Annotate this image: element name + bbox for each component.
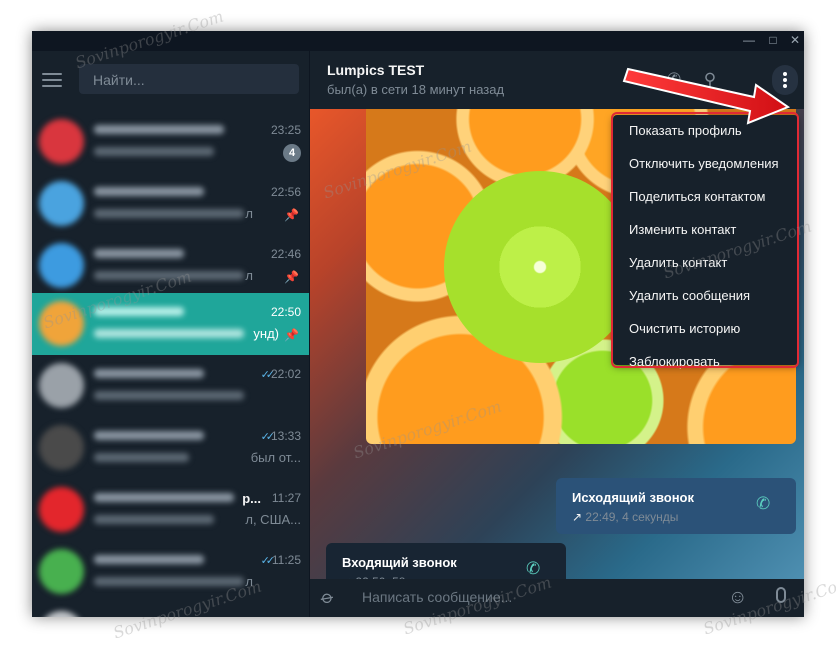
avatar — [39, 487, 84, 532]
search-input[interactable]: Найти... — [79, 64, 299, 94]
chat-item[interactable]: 22:56 л 📌 — [32, 173, 309, 235]
menu-item-clear-history[interactable]: Очистить историю — [613, 313, 798, 346]
pin-icon: 📌 — [284, 328, 299, 342]
avatar — [39, 301, 84, 346]
call-meta: ↗ 22:49, 4 секунды — [572, 510, 679, 524]
title-bar: — □ ✕ — [32, 31, 804, 51]
avatar — [39, 363, 84, 408]
message-composer: ⌀ Написать сообщение... ☺ — [310, 579, 804, 617]
avatar — [39, 181, 84, 226]
lime-slice-image — [444, 171, 636, 363]
chat-preview: л, США... — [245, 512, 301, 527]
pin-icon: 📌 — [284, 208, 299, 222]
chat-preview: унд) — [253, 326, 279, 341]
chat-header: Lumpics TEST был(а) в сети 18 минут наза… — [310, 51, 804, 109]
chat-item[interactable]: р... 11:27 л, США... — [32, 479, 309, 541]
attach-icon[interactable]: ⌀ — [317, 586, 338, 609]
minimize-button[interactable]: — — [742, 33, 756, 47]
chat-preview: л — [245, 574, 253, 589]
chat-time: 22:50 — [270, 305, 301, 319]
call-title: Исходящий звонок — [572, 490, 695, 505]
read-checkmarks-icon: ✓✓ — [260, 431, 276, 443]
menu-item-delete-messages[interactable]: Удалить сообщения — [613, 280, 798, 313]
avatar — [39, 549, 84, 594]
chat-preview: л — [245, 268, 253, 283]
read-checkmarks-icon: ✓✓ — [260, 555, 276, 567]
pin-icon: 📌 — [284, 270, 299, 284]
chat-time: 11:25 — [271, 553, 301, 567]
call-title: Входящий звонок — [342, 555, 457, 570]
chat-item[interactable] — [32, 603, 309, 617]
chat-item[interactable]: ✓✓ 13:33 был от... — [32, 417, 309, 479]
call-phone-icon[interactable]: ✆ — [526, 559, 540, 579]
avatar — [39, 119, 84, 164]
avatar — [39, 243, 84, 288]
chat-title-tail: р... — [242, 491, 261, 506]
chat-list-sidebar: Найти... 23:25 4 22:56 л 📌 22:46 л 📌 22:… — [32, 51, 310, 617]
maximize-button[interactable]: □ — [766, 33, 780, 47]
menu-item-edit-contact[interactable]: Изменить контакт — [613, 214, 798, 247]
chat-options-menu: Показать профиль Отключить уведомления П… — [613, 115, 798, 369]
chat-time: 22:56 — [270, 185, 301, 199]
phone-icon[interactable]: ✆ — [663, 69, 685, 91]
unread-badge: 4 — [283, 144, 301, 162]
chat-time: 22:46 — [270, 247, 301, 261]
avatar — [39, 425, 84, 470]
chat-main-panel: Lumpics TEST был(а) в сети 18 минут наза… — [310, 51, 804, 617]
search-icon[interactable]: ⚲ — [699, 69, 721, 91]
chat-preview: был от... — [250, 450, 301, 465]
emoji-icon[interactable]: ☺ — [728, 587, 747, 609]
menu-item-delete-contact[interactable]: Удалить контакт — [613, 247, 798, 280]
outgoing-arrow-icon: ↗ — [572, 510, 583, 524]
menu-item-mute-notifications[interactable]: Отключить уведомления — [613, 148, 798, 181]
read-checkmarks-icon: ✓✓ — [260, 369, 276, 381]
menu-item-share-contact[interactable]: Поделиться контактом — [613, 181, 798, 214]
search-placeholder: Найти... — [93, 72, 145, 88]
chat-item[interactable]: ✓✓ 11:25 л — [32, 541, 309, 603]
chat-time: 13:33 — [270, 429, 301, 443]
microphone-icon[interactable] — [776, 587, 786, 603]
telegram-window: — □ ✕ Найти... 23:25 4 22:56 л 📌 22:46 л… — [32, 31, 804, 617]
chat-time: 22:02 — [270, 367, 301, 381]
avatar — [39, 611, 84, 617]
outgoing-call-message[interactable]: Исходящий звонок ↗ 22:49, 4 секунды ✆ — [556, 478, 796, 534]
close-button[interactable]: ✕ — [788, 33, 802, 47]
chat-time: 23:25 — [270, 123, 301, 137]
menu-item-show-profile[interactable]: Показать профиль — [613, 115, 798, 148]
chat-preview: л — [245, 206, 253, 221]
chat-item-active[interactable]: 22:50 унд) 📌 — [32, 293, 309, 355]
chat-item[interactable]: 23:25 4 — [32, 111, 309, 173]
call-phone-icon[interactable]: ✆ — [756, 494, 770, 514]
message-input[interactable]: Написать сообщение... — [362, 589, 512, 605]
hamburger-menu-icon[interactable] — [42, 73, 62, 87]
chat-item[interactable]: 22:46 л 📌 — [32, 235, 309, 297]
chat-time: 11:27 — [271, 491, 301, 505]
menu-item-block[interactable]: Заблокировать — [613, 346, 798, 379]
more-options-button[interactable] — [772, 65, 798, 95]
chat-item[interactable]: ✓✓ 22:02 — [32, 355, 309, 417]
peer-name[interactable]: Lumpics TEST — [327, 62, 424, 78]
peer-status: был(а) в сети 18 минут назад — [327, 82, 505, 97]
